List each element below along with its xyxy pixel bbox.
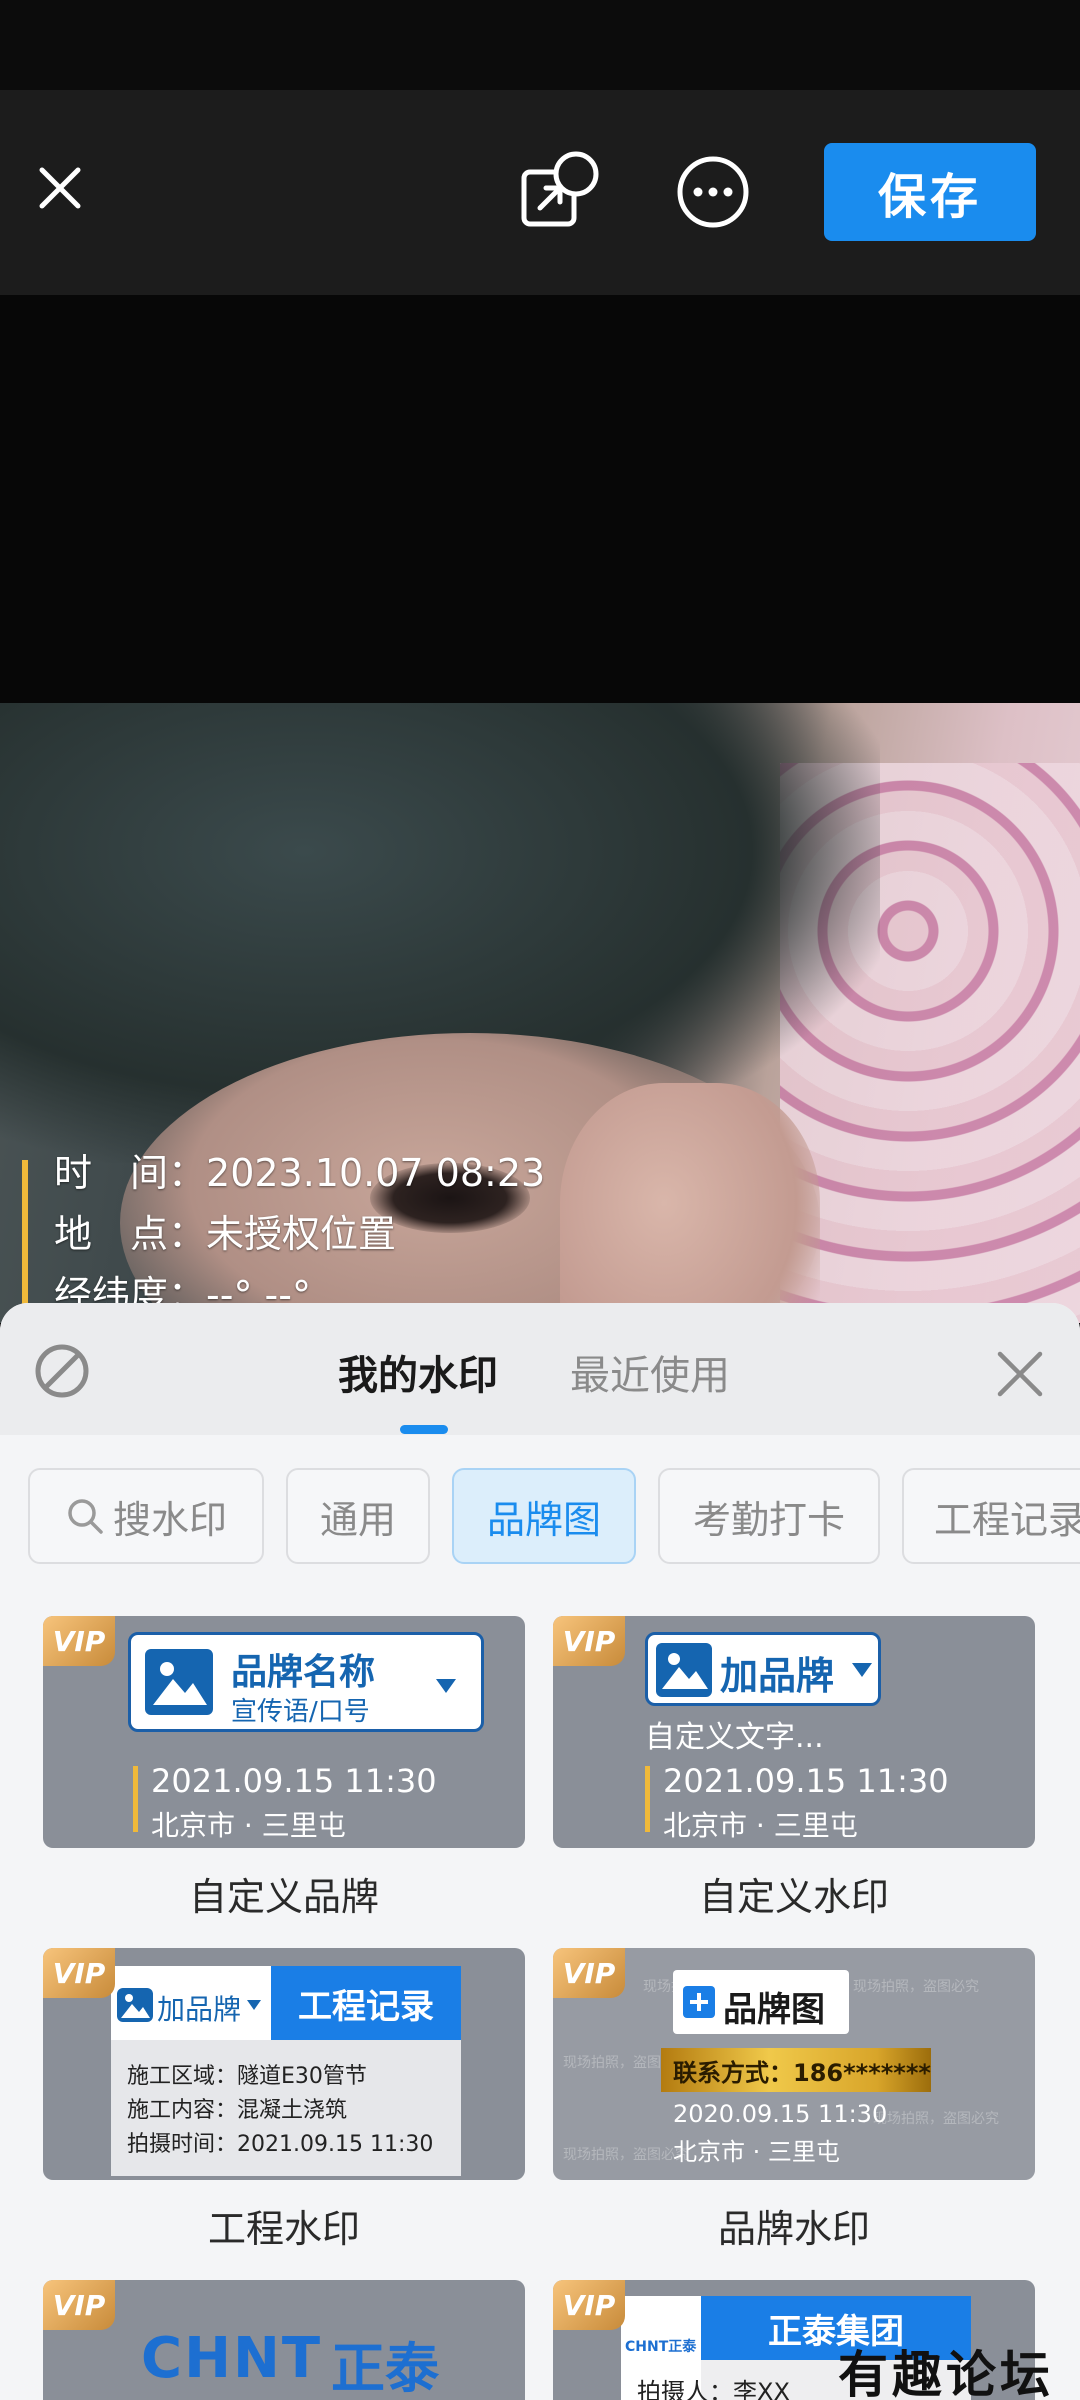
chip-attendance[interactable]: 考勤打卡 [658, 1468, 880, 1564]
brand-name-text: 品牌图 [723, 1990, 825, 2030]
add-brand-icon [683, 1986, 715, 2018]
vip-badge: VIP [553, 2280, 625, 2330]
engineering-record-badge: 工程记录 [271, 1966, 461, 2040]
dropdown-caret-icon [436, 1679, 456, 1693]
forum-watermark: 有趣论坛 [838, 2345, 1054, 2400]
canvas-padding [0, 295, 1080, 703]
chip-brand-image[interactable]: 品牌图 [452, 1468, 636, 1564]
watermark-card-custom-brand[interactable]: 品牌名称 宣传语/口号 2021.09.15 11:30 北京市 · 三里屯 V… [43, 1616, 525, 1848]
card-place: 北京市 · 三里屯 [673, 2138, 840, 2166]
search-icon [68, 1499, 103, 1534]
card-date: 2020.09.15 11:30 [673, 2100, 888, 2128]
close-icon [997, 1351, 1043, 1397]
brand-name-text: 加品牌 [720, 1654, 835, 1698]
no-watermark-icon [35, 1344, 89, 1398]
share-button[interactable] [518, 150, 600, 232]
sheet-header [0, 1303, 1080, 1435]
image-logo-icon [117, 1988, 153, 2022]
brand-slogan-text: 宣传语/口号 [231, 1697, 370, 1727]
watermark-time-line[interactable]: 时 间：2023.10.07 08:23 [54, 1142, 545, 1197]
watermark-place-line[interactable]: 地 点：未授权位置 [54, 1203, 396, 1258]
card-title-engineering: 工程水印 [207, 2207, 360, 2251]
construction-content: 施工内容：混凝土浇筑 [127, 2098, 348, 2123]
chip-engineering[interactable]: 工程记录 [902, 1468, 1080, 1564]
no-watermark-button[interactable] [34, 1343, 90, 1399]
watermark-accent-bar [22, 1160, 28, 1325]
vip-badge: VIP [43, 2280, 115, 2330]
chnt-logo-cn: 正泰 [331, 2337, 439, 2400]
more-options-button[interactable] [676, 155, 750, 229]
engineering-brand-slot: 加品牌 [111, 1966, 271, 2040]
close-editor-button[interactable] [30, 158, 90, 218]
photographer-text: 拍摄人：李XX [637, 2378, 790, 2400]
photo-hand [560, 1083, 820, 1323]
watermark-card-brand[interactable]: 现场拍照，盗图必究 现场拍照，盗图必究 现场拍照，盗图必究 现场拍照，盗图必究 … [553, 1948, 1035, 2180]
capture-time: 拍摄时间：2021.09.15 11:30 [127, 2132, 434, 2157]
brand-preview-box: 加品牌 [645, 1632, 881, 1706]
card-title-custom-brand: 自定义品牌 [188, 1875, 379, 1919]
brand-label-box: 品牌图 [673, 1970, 849, 2034]
card-title-custom-watermark: 自定义水印 [698, 1875, 889, 1919]
watermark-card-engineering[interactable]: 加品牌 工程记录 施工区域：隧道E30管节 施工内容：混凝土浇筑 拍摄时间：20… [43, 1948, 525, 2180]
image-logo-icon [145, 1649, 213, 1715]
custom-text: 自定义文字... [645, 1720, 824, 1755]
card-date: 2021.09.15 11:30 [151, 1762, 437, 1800]
tab-my-watermarks[interactable]: 我的水印 [338, 1343, 498, 1401]
card-place: 北京市 · 三里屯 [151, 1809, 346, 1842]
image-logo-icon [656, 1643, 712, 1697]
card-date: 2021.09.15 11:30 [663, 1762, 949, 1800]
brand-name-text: 品牌名称 [231, 1652, 376, 1693]
brand-name-text: 加品牌 [157, 1993, 242, 2026]
chnt-logo-text: CHNT [141, 2326, 323, 2391]
watermark-place-value: 未授权位置 [206, 1212, 397, 1256]
construction-area: 施工区域：隧道E30管节 [127, 2064, 367, 2089]
watermark-place-label: 地 点： [54, 1212, 207, 1256]
vip-badge: VIP [43, 1948, 115, 1998]
dropdown-caret-icon [852, 1663, 872, 1677]
brand-preview-box: 品牌名称 宣传语/口号 [128, 1632, 484, 1732]
background-watermark-text: 现场拍照，盗图必究 [853, 1979, 979, 1995]
card-accent-bar [133, 1766, 138, 1832]
contact-bar: 联系方式：186******* [661, 2048, 931, 2092]
save-button[interactable]: 保存 [824, 143, 1036, 241]
card-place: 北京市 · 三里屯 [663, 1809, 858, 1842]
search-watermark-input[interactable]: 搜水印 [28, 1468, 264, 1564]
watermark-picker-sheet: 我的水印 最近使用 搜水印 通用 品牌图 考勤打卡 工程记录 品牌名称 宣传语/… [0, 1303, 1080, 2400]
close-sheet-button[interactable] [992, 1346, 1048, 1402]
chnt-logo-small: CHNT正泰 [625, 2339, 697, 2355]
background-watermark-text: 现场拍照，盗图必究 [873, 2111, 999, 2127]
card-accent-bar [645, 1766, 650, 1832]
watermark-time-label: 时 间： [54, 1151, 207, 1195]
card-title-brand: 品牌水印 [717, 2207, 870, 2251]
search-placeholder: 搜水印 [112, 1497, 227, 1542]
status-bar [0, 0, 1080, 90]
external-share-icon [521, 151, 599, 227]
vip-badge: VIP [553, 1948, 625, 1998]
tab-recently-used[interactable]: 最近使用 [570, 1343, 730, 1401]
chip-general[interactable]: 通用 [286, 1468, 430, 1564]
vip-badge: VIP [553, 1616, 625, 1666]
background-watermark-text: 现场拍照，盗图必究 [563, 2147, 689, 2163]
more-options-icon [677, 156, 749, 228]
active-tab-indicator [400, 1425, 448, 1434]
watermark-card-custom-watermark[interactable]: 加品牌 自定义文字... 2021.09.15 11:30 北京市 · 三里屯 … [553, 1616, 1035, 1848]
vip-badge: VIP [43, 1616, 115, 1666]
watermark-card-chnt-logo[interactable]: CHNT 正泰 VIP [43, 2280, 525, 2400]
close-icon [39, 167, 81, 209]
watermark-editor-screen: 保存 时 间：2023.10.07 08:23 地 点：未授权位置 经纬度：--… [0, 0, 1080, 2400]
dropdown-caret-icon [247, 2000, 261, 2010]
watermark-time-value: 2023.10.07 08:23 [206, 1151, 546, 1195]
